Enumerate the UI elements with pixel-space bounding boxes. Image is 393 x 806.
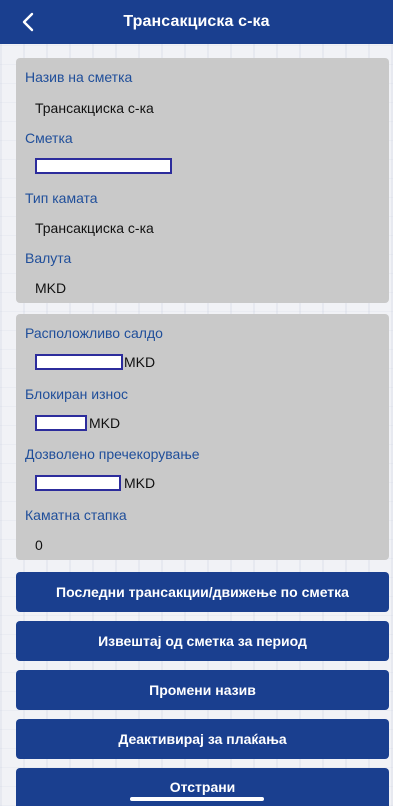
deactivate-payments-button[interactable]: Деактивирај за плаќања xyxy=(16,719,389,759)
account-name-value: Трансакциска с-ка xyxy=(35,100,154,116)
currency-label: Валута xyxy=(25,250,72,266)
account-number-label: Сметка xyxy=(25,130,73,146)
available-balance-currency: MKD xyxy=(124,354,156,370)
home-indicator xyxy=(130,797,264,801)
redacted-blocked-amount xyxy=(35,415,87,431)
interest-rate-value: 0 xyxy=(35,537,43,553)
last-transactions-button[interactable]: Последни трансакции/движење по сметка xyxy=(16,572,389,612)
account-info-card: Назив на сметка Трансакциска с-ка Сметка… xyxy=(16,58,389,303)
rename-button[interactable]: Промени назив xyxy=(16,670,389,710)
available-balance-label: Расположливо салдо xyxy=(25,325,163,341)
interest-type-value: Трансакциска с-ка xyxy=(35,220,154,236)
blocked-amount-label: Блокиран износ xyxy=(25,386,129,402)
page-title: Трансакциска с-ка xyxy=(123,13,270,30)
overdraft-currency: MKD xyxy=(124,475,156,491)
back-button[interactable] xyxy=(16,9,40,35)
interest-rate-label: Каматна стапка xyxy=(25,507,127,523)
balances-card: Расположливо салдо MKD Блокиран износ MK… xyxy=(16,314,389,560)
redacted-account-number xyxy=(35,158,172,174)
overdraft-label: Дозволено пречекорување xyxy=(25,446,200,462)
statement-button[interactable]: Извештај од сметка за период xyxy=(16,621,389,661)
blocked-amount-currency: MKD xyxy=(89,415,121,431)
redacted-overdraft xyxy=(35,475,121,491)
top-bar: Трансакциска с-ка xyxy=(0,0,393,44)
chevron-left-icon xyxy=(22,12,34,32)
interest-type-label: Тип камата xyxy=(25,190,98,206)
currency-value: MKD xyxy=(35,280,67,296)
redacted-available-balance xyxy=(35,354,123,370)
account-name-label: Назив на сметка xyxy=(25,69,133,85)
